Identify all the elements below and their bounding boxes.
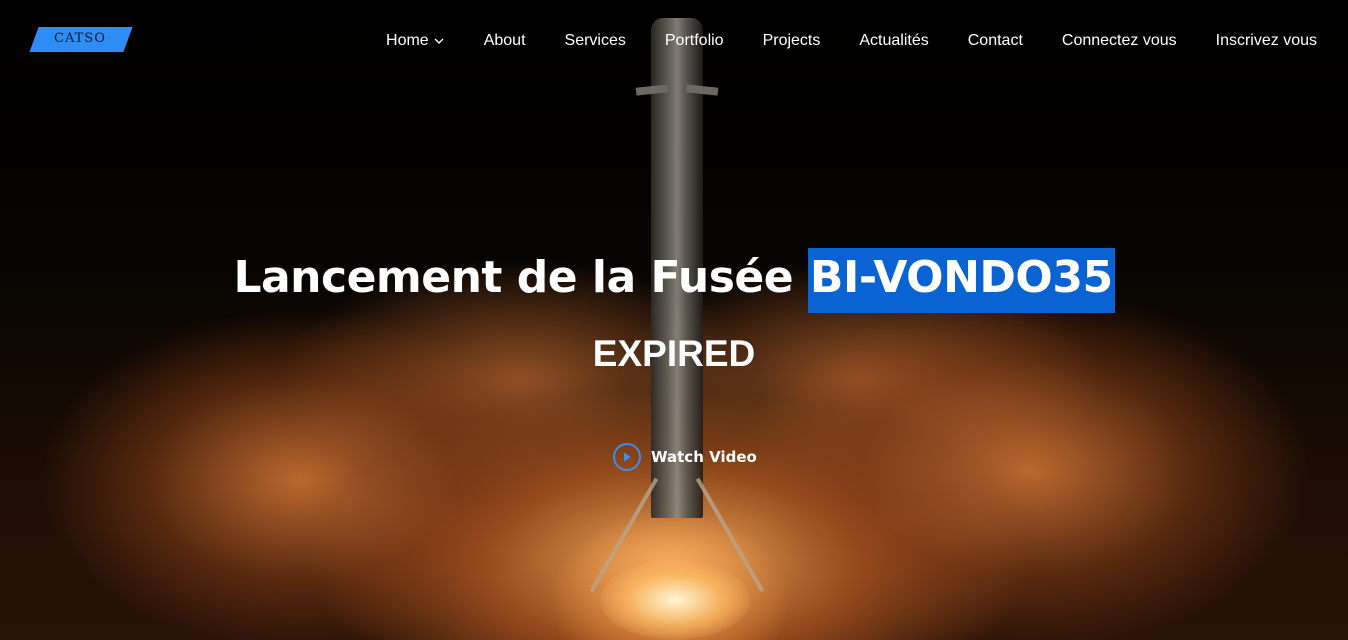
hero-title-highlight: BI-VONDO35 [807, 248, 1115, 314]
hero-title-prefix: Lancement de la Fusée [233, 252, 794, 304]
nav-item-actualites[interactable]: Actualités [859, 30, 928, 52]
nav-item-contact[interactable]: Contact [968, 30, 1023, 52]
chevron-down-icon [434, 38, 444, 44]
nav-item-register[interactable]: Inscrivez vous [1216, 30, 1317, 52]
nav-item-about[interactable]: About [484, 30, 526, 52]
main-nav: Home About Services Portfolio Projects A… [347, 30, 1317, 52]
nav-item-home[interactable]: Home [386, 30, 445, 52]
nav-item-services[interactable]: Services [565, 30, 626, 52]
rocket-flame [600, 560, 750, 640]
nav-item-projects[interactable]: Projects [763, 30, 821, 52]
nav-item-login[interactable]: Connectez vous [1062, 30, 1177, 52]
nav-item-label: Home [386, 32, 429, 49]
play-icon [613, 443, 641, 471]
watch-video-label: Watch Video [651, 448, 757, 466]
countdown-status: EXPIRED [592, 333, 756, 374]
hero-background [0, 0, 1348, 640]
hero-title: Lancement de la Fusée BI-VONDO35 [0, 248, 1348, 314]
nav-item-portfolio[interactable]: Portfolio [665, 30, 724, 52]
logo-text[interactable]: CATSO [54, 31, 106, 46]
watch-video-button[interactable]: Watch Video [613, 443, 757, 471]
